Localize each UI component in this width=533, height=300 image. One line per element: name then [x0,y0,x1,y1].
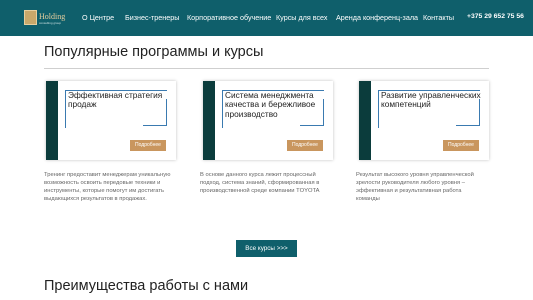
nav-link-corporate[interactable]: Корпоративное обучение [187,13,271,22]
nav-link-rent-hall[interactable]: Аренда конференц-зала [336,13,418,22]
nav-link-contacts[interactable]: Контакты [423,13,454,22]
details-button[interactable]: Подробнее [130,140,166,151]
card-title: Эффективная стратегия продаж [68,90,163,110]
phone-link[interactable]: +375 29 652 75 56 [467,13,524,20]
card-description: Тренинг предоставит менеджерам уникальну… [44,172,171,203]
card-accent-bar [46,81,58,160]
card-accent-bar [203,81,215,160]
logo[interactable]: Holding consulting group [24,10,68,26]
course-card-sales[interactable]: Эффективная стратегия продаж Подробнее [46,81,176,160]
nav-link-courses[interactable]: Курсы для всех [276,13,328,22]
card-title: Система менеджмента качества и бережливо… [225,90,316,119]
logo-subtext: consulting group [39,21,62,25]
top-navigation-bar: Holding consulting group О Центре Бизнес… [0,0,533,36]
card-description: В основе данного курса лежит процессный … [200,172,320,195]
all-courses-button[interactable]: Все курсы >>> [236,240,297,257]
section-title-advantages: Преимущества работы с нами [44,278,249,294]
nav-link-about[interactable]: О Центре [82,13,114,22]
course-card-management[interactable]: Развитие управленческих компетенций Подр… [359,81,489,160]
card-description: Результат высокого уровня управленческой… [356,172,474,203]
card-accent-bar [359,81,371,160]
nav-link-trainers[interactable]: Бизнес-тренеры [125,13,179,22]
details-button[interactable]: Подробнее [287,140,323,151]
card-title: Развитие управленческих компетенций [381,90,481,110]
details-button[interactable]: Подробнее [443,140,479,151]
course-card-quality[interactable]: Система менеджмента качества и бережливо… [203,81,333,160]
divider [44,68,489,69]
section-title-programs: Популярные программы и курсы [44,44,264,60]
logo-mark-icon [24,10,37,25]
logo-text: Holding [39,12,66,21]
